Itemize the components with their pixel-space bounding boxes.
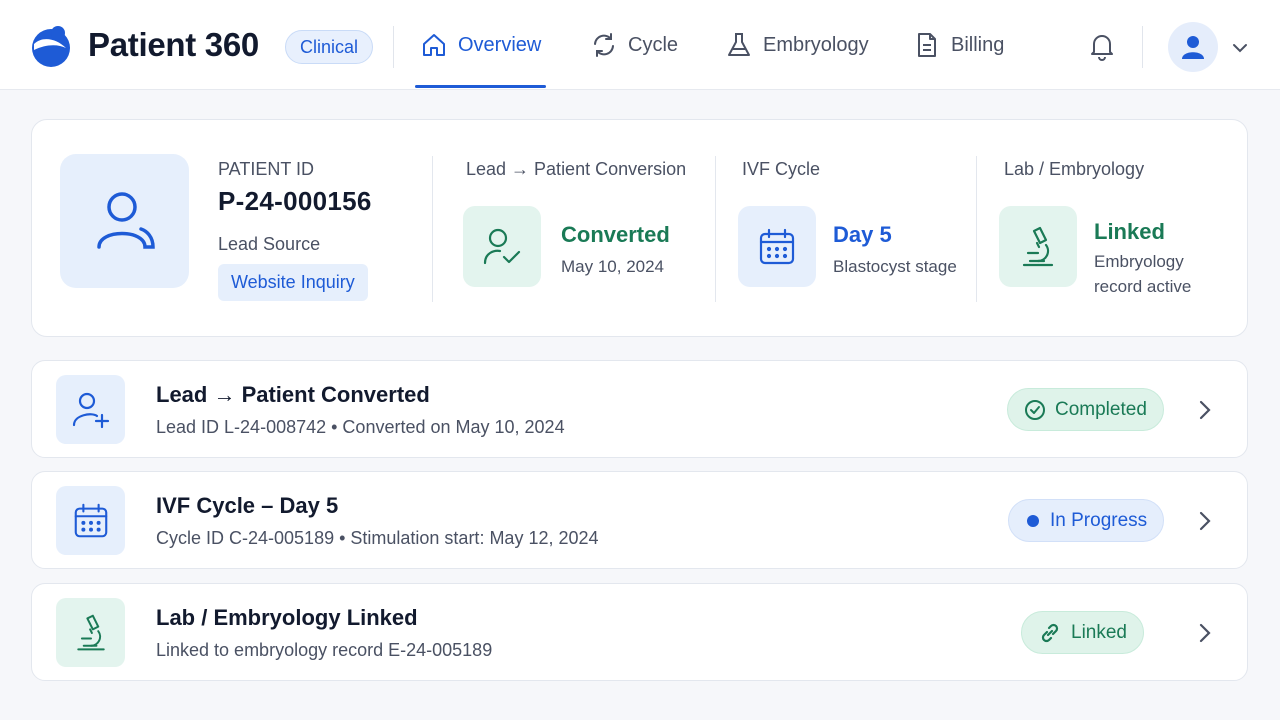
patient-avatar <box>60 154 189 288</box>
conversion-icon-tile <box>463 206 541 287</box>
lab-icon-tile <box>999 206 1077 287</box>
divider <box>432 156 433 302</box>
tab-cycle[interactable]: Cycle <box>590 0 678 90</box>
calendar-icon <box>759 228 795 264</box>
tab-billing[interactable]: Billing <box>913 0 1004 90</box>
status-label: In Progress <box>1050 509 1148 531</box>
user-check-icon <box>483 228 521 264</box>
chevron-right-icon[interactable] <box>1194 397 1216 423</box>
row-icon-tile <box>56 375 125 444</box>
microscope-icon <box>1022 226 1054 266</box>
cycle-header: IVF Cycle <box>742 159 821 179</box>
top-navigation-bar: Patient 360 Clinical Overview Cycle Embr… <box>0 0 1280 90</box>
cycle-status: Day 5 <box>833 222 892 247</box>
app-logo-icon[interactable] <box>28 22 74 68</box>
tab-overview[interactable]: Overview <box>420 0 541 90</box>
role-badge: Clinical <box>285 30 374 64</box>
row-subtitle: Linked to embryology record E-24-005189 <box>156 640 493 660</box>
microscope-icon <box>76 614 105 650</box>
row-title: IVF Cycle – Day 5 <box>156 493 339 518</box>
app-title: Patient 360 <box>88 26 259 63</box>
patient-id-value: P-24-000156 <box>218 186 372 216</box>
tab-embryology-label: Embryology <box>763 33 869 56</box>
row-subtitle: Lead ID L-24-008742 • Converted on May 1… <box>156 417 565 437</box>
timeline-row-ivf-cycle[interactable]: IVF Cycle – Day 5 Cycle ID C-24-005189 •… <box>31 471 1248 569</box>
divider <box>976 156 977 302</box>
user-outline-icon <box>96 192 155 249</box>
divider <box>1142 26 1143 68</box>
user-icon <box>1182 36 1204 59</box>
patient-summary-card: PATIENT ID P-24-000156 Lead Source Websi… <box>31 119 1248 337</box>
lead-source-label: Lead Source <box>218 234 321 254</box>
dot-icon <box>1027 514 1039 527</box>
cycle-detail: Blastocyst stage <box>833 257 957 276</box>
document-icon <box>918 33 936 57</box>
flask-icon <box>728 33 750 56</box>
row-title: Lead → Patient Converted <box>156 382 430 407</box>
calendar-icon <box>74 503 107 537</box>
tab-embryology[interactable]: Embryology <box>725 0 869 90</box>
timeline-row-conversion[interactable]: Lead → Patient Converted Lead ID L-24-00… <box>31 360 1248 458</box>
home-icon <box>423 34 445 56</box>
chevron-right-icon[interactable] <box>1194 508 1216 534</box>
cycle-icon-tile <box>738 206 816 287</box>
status-badge-in-progress: In Progress <box>1008 499 1165 542</box>
link-icon <box>1041 623 1059 642</box>
lab-header: Lab / Embryology <box>1004 159 1145 179</box>
refresh-icon <box>594 33 614 57</box>
divider <box>393 26 394 68</box>
status-badge-linked: Linked <box>1021 611 1144 654</box>
row-title: Lab / Embryology Linked <box>156 605 418 630</box>
conversion-header: Lead → Patient Conversion <box>466 159 687 179</box>
chevron-down-icon[interactable] <box>1230 38 1250 58</box>
conversion-date: May 10, 2024 <box>561 257 665 276</box>
status-label: Linked <box>1071 621 1127 643</box>
bell-icon[interactable] <box>1086 30 1118 62</box>
status-badge-completed: Completed <box>1007 388 1164 431</box>
user-avatar[interactable] <box>1168 22 1218 72</box>
lead-source-chip: Website Inquiry <box>218 264 368 301</box>
conversion-status: Converted <box>561 222 670 247</box>
user-plus-icon <box>72 392 109 428</box>
tab-cycle-label: Cycle <box>628 33 679 56</box>
row-subtitle: Cycle ID C-24-005189 • Stimulation start… <box>156 528 599 548</box>
row-icon-tile <box>56 486 125 555</box>
active-tab-indicator <box>415 85 546 88</box>
lab-detail-line-2: record active <box>1094 277 1192 296</box>
status-label: Completed <box>1055 398 1147 420</box>
tab-overview-label: Overview <box>458 33 542 56</box>
lab-status: Linked <box>1094 219 1165 244</box>
row-icon-tile <box>56 598 125 667</box>
lab-detail-line-1: Embryology <box>1094 252 1184 271</box>
patient-id-label: PATIENT ID <box>218 159 315 179</box>
timeline-row-lab-linked[interactable]: Lab / Embryology Linked Linked to embryo… <box>31 583 1248 681</box>
chevron-right-icon[interactable] <box>1194 620 1216 646</box>
divider <box>715 156 716 302</box>
tab-billing-label: Billing <box>951 33 1005 56</box>
check-circle-icon <box>1025 399 1045 420</box>
